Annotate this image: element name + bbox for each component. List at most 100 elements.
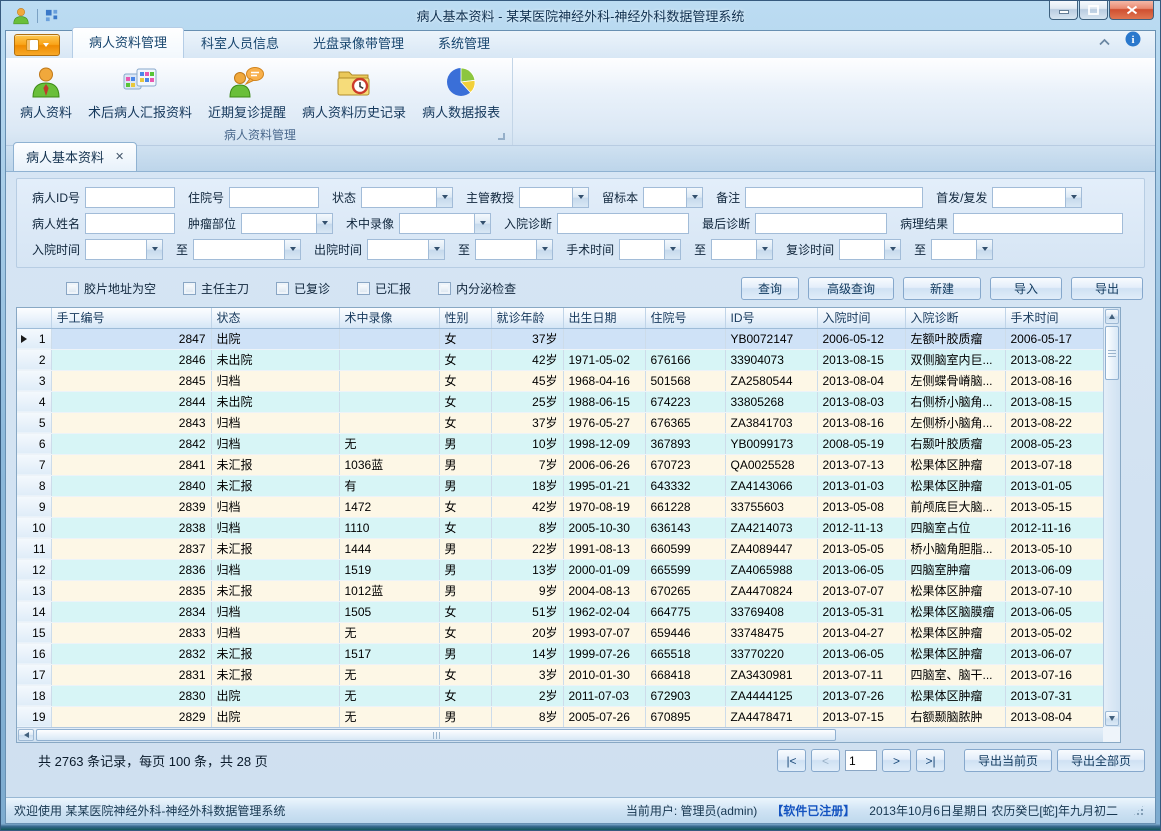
dropdown-arrow-icon[interactable] [884, 240, 900, 259]
cell[interactable]: ZA3841703 [725, 412, 817, 433]
cell[interactable]: 左侧蝶骨嵴脑... [905, 370, 1005, 391]
cell[interactable]: 1976-05-27 [563, 412, 645, 433]
cell[interactable]: 2846 [51, 349, 211, 370]
combo-value-input[interactable] [520, 188, 572, 207]
filter-input-1-1[interactable] [85, 187, 175, 208]
cell[interactable]: 松果体区肿瘤 [905, 643, 1005, 664]
filter-input-1-6[interactable] [745, 187, 923, 208]
cell[interactable]: 1971-05-02 [563, 349, 645, 370]
cell[interactable]: 2013-07-11 [817, 664, 905, 685]
patient-info-button[interactable]: 病人资料 [12, 60, 80, 127]
cell[interactable]: 2004-08-13 [563, 580, 645, 601]
cell[interactable]: 2013-01-05 [1005, 475, 1103, 496]
cell[interactable]: 2013-05-10 [1005, 538, 1103, 559]
cell[interactable]: QA0025528 [725, 454, 817, 475]
cell[interactable]: 出院 [211, 328, 339, 349]
filter-combo-3-7[interactable] [839, 239, 901, 260]
cell[interactable]: 2830 [51, 685, 211, 706]
row-number-cell[interactable]: 13 [17, 580, 51, 601]
cell[interactable]: 665599 [645, 559, 725, 580]
cell[interactable] [339, 391, 439, 412]
cell[interactable]: 1110 [339, 517, 439, 538]
collapse-ribbon-icon[interactable] [1098, 33, 1111, 51]
postop-report-button[interactable]: 术后病人汇报资料 [80, 60, 200, 127]
cell[interactable]: 1991-08-13 [563, 538, 645, 559]
cell[interactable]: 33904073 [725, 349, 817, 370]
dropdown-arrow-icon[interactable] [436, 188, 452, 207]
cell[interactable]: 2013-07-16 [1005, 664, 1103, 685]
cell[interactable]: 1036蓝 [339, 454, 439, 475]
combo-value-input[interactable] [932, 240, 976, 259]
cell[interactable]: ZA4065988 [725, 559, 817, 580]
table-row[interactable]: 112837未汇报1444男22岁1991-08-13660599ZA40894… [17, 538, 1103, 559]
pager-next-button[interactable]: > [882, 749, 911, 772]
cell[interactable]: 松果体区肿瘤 [905, 475, 1005, 496]
dropdown-arrow-icon[interactable] [316, 214, 332, 233]
cell[interactable]: 2013-06-05 [1005, 601, 1103, 622]
cell[interactable]: 女 [439, 601, 491, 622]
filter-combo-3-5[interactable] [619, 239, 681, 260]
cell[interactable]: 松果体区肿瘤 [905, 685, 1005, 706]
cell[interactable]: 双侧脑室内巨... [905, 349, 1005, 370]
cell[interactable]: 左额叶胶质瘤 [905, 328, 1005, 349]
cell[interactable]: 33805268 [725, 391, 817, 412]
cell[interactable]: 出院 [211, 685, 339, 706]
combo-value-input[interactable] [194, 240, 284, 259]
vscroll-thumb[interactable] [1105, 326, 1119, 380]
cell[interactable]: 670265 [645, 580, 725, 601]
cell[interactable]: 无 [339, 433, 439, 454]
checkbox-3[interactable]: 已复诊 [276, 280, 330, 297]
cell[interactable]: 33755603 [725, 496, 817, 517]
cell[interactable]: 女 [439, 370, 491, 391]
filter-input-2-5[interactable] [755, 213, 887, 234]
table-row[interactable]: 182830出院无女2岁2011-07-03672903ZA4444125201… [17, 685, 1103, 706]
cell[interactable]: 37岁 [491, 412, 563, 433]
cell[interactable]: 2835 [51, 580, 211, 601]
cell[interactable]: 2013-07-13 [817, 454, 905, 475]
cell[interactable]: 右额颞脑脓肿 [905, 706, 1005, 727]
cell[interactable]: 13岁 [491, 559, 563, 580]
cell[interactable]: 2013-01-03 [817, 475, 905, 496]
cell[interactable]: 女 [439, 349, 491, 370]
cell[interactable]: ZA4089447 [725, 538, 817, 559]
dropdown-arrow-icon[interactable] [284, 240, 300, 259]
column-header-7[interactable]: 住院号 [645, 308, 725, 328]
advanced-query-button[interactable]: 高级查询 [808, 277, 894, 300]
cell[interactable]: YB0099173 [725, 433, 817, 454]
filter-input-1-2[interactable] [229, 187, 319, 208]
cell[interactable]: 女 [439, 391, 491, 412]
row-number-cell[interactable]: 4 [17, 391, 51, 412]
cell[interactable]: 女 [439, 622, 491, 643]
cell[interactable]: 676166 [645, 349, 725, 370]
cell[interactable] [645, 328, 725, 349]
export-current-page-button[interactable]: 导出当前页 [964, 749, 1052, 772]
cell[interactable]: 3岁 [491, 664, 563, 685]
checkbox-box[interactable] [66, 282, 79, 295]
cell[interactable]: 松果体区肿瘤 [905, 580, 1005, 601]
column-header-3[interactable]: 术中录像 [339, 308, 439, 328]
cell[interactable]: ZA4143066 [725, 475, 817, 496]
cell[interactable]: 2842 [51, 433, 211, 454]
dropdown-arrow-icon[interactable] [572, 188, 588, 207]
combo-value-input[interactable] [86, 240, 146, 259]
cell[interactable]: 2837 [51, 538, 211, 559]
cell[interactable]: 9岁 [491, 580, 563, 601]
registration-link[interactable]: 【软件已注册】 [771, 802, 855, 819]
cell[interactable] [339, 412, 439, 433]
pager-first-button[interactable]: |< [777, 749, 806, 772]
cell[interactable]: ZA4478471 [725, 706, 817, 727]
cell[interactable]: 2005-07-26 [563, 706, 645, 727]
cell[interactable]: 8岁 [491, 517, 563, 538]
cell[interactable]: 2013-08-22 [1005, 412, 1103, 433]
cell[interactable]: 未出院 [211, 349, 339, 370]
checkbox-1[interactable]: 胶片地址为空 [66, 280, 156, 297]
cell[interactable]: 未汇报 [211, 580, 339, 601]
filter-combo-1-5[interactable] [643, 187, 703, 208]
cell[interactable]: 1988-06-15 [563, 391, 645, 412]
close-button[interactable] [1109, 0, 1154, 20]
cell[interactable]: 20岁 [491, 622, 563, 643]
ribbon-tab-1[interactable]: 病人资料管理 [72, 27, 184, 58]
resize-grip[interactable] [1132, 804, 1145, 817]
filter-combo-3-2[interactable] [193, 239, 301, 260]
cell[interactable]: 10岁 [491, 433, 563, 454]
